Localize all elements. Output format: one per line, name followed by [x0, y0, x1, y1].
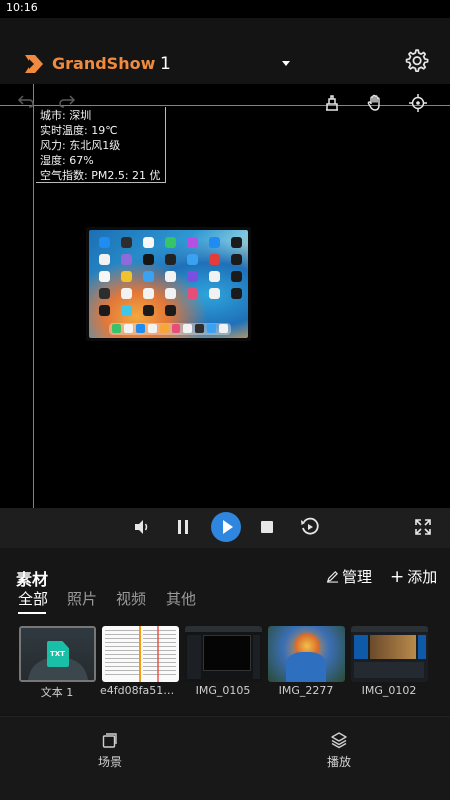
fullscreen-icon[interactable]: [412, 516, 434, 538]
brush-icon[interactable]: [322, 93, 342, 113]
tab-photos[interactable]: 照片: [67, 588, 97, 609]
play-button[interactable]: [211, 512, 241, 542]
nav-scene-label: 场景: [97, 755, 122, 769]
txt-file-icon: TXT: [47, 641, 69, 667]
weather-temperature: 实时温度: 19℃: [40, 124, 118, 137]
status-time: 10:16: [6, 1, 38, 14]
pause-icon[interactable]: [172, 516, 194, 538]
app-dock: [109, 323, 231, 335]
add-label: 添加: [407, 568, 438, 586]
bottom-navigation: 场景 播放: [0, 716, 450, 800]
manage-button[interactable]: 管理: [326, 566, 372, 587]
asset-item-text[interactable]: TXT: [19, 626, 96, 682]
weather-air-quality: 空气指数: PM2.5: 21 优: [40, 169, 161, 182]
layers-icon: [331, 732, 347, 749]
asset-item-label: e4fd08fa513...: [100, 684, 180, 697]
tab-all[interactable]: 全部: [18, 588, 48, 609]
scene-icon: [102, 733, 117, 748]
undo-icon[interactable]: [17, 93, 35, 109]
asset-item-image[interactable]: [185, 626, 262, 682]
playback-controls: [0, 508, 450, 548]
target-icon[interactable]: [408, 93, 428, 113]
vertical-guide-line: [33, 84, 34, 508]
asset-item-label: IMG_0105: [195, 684, 251, 697]
app-icon-grid: [99, 237, 245, 316]
add-button[interactable]: + 添加: [390, 566, 437, 587]
active-tab-indicator: [18, 612, 46, 614]
stop-icon[interactable]: [256, 516, 278, 538]
plus-icon: +: [390, 567, 405, 587]
status-bar: 10:16: [0, 0, 450, 18]
weather-city: 城市: 深圳: [40, 109, 92, 122]
nav-play[interactable]: 播放: [299, 731, 379, 779]
nav-play-label: 播放: [326, 755, 351, 769]
tab-other[interactable]: 其他: [166, 588, 196, 609]
weather-text-widget[interactable]: 城市: 深圳 实时温度: 19℃ 风力: 东北风1级 湿度: 67% 空气指数:…: [36, 107, 166, 183]
weather-humidity: 湿度: 67%: [40, 154, 94, 167]
editor-canvas[interactable]: 城市: 深圳 实时温度: 19℃ 风力: 东北风1级 湿度: 67% 空气指数:…: [0, 84, 450, 508]
ipad-homescreen-image: [89, 230, 248, 338]
hand-icon[interactable]: [365, 93, 385, 113]
app-title: GrandShow: [52, 54, 156, 73]
gear-icon[interactable]: [403, 48, 429, 74]
screen-capture-element[interactable]: [86, 227, 251, 341]
asset-item-image[interactable]: [268, 626, 345, 682]
txt-badge: TXT: [50, 650, 65, 658]
play-icon: [223, 520, 233, 534]
asset-list: TXT 文本 1 e4fd08fa513... IMG_0105 IMG_227…: [19, 626, 439, 700]
assets-title: 素材: [16, 570, 49, 589]
edit-icon: [326, 571, 339, 583]
scene-number: 1: [160, 54, 171, 74]
tab-videos[interactable]: 视频: [116, 588, 146, 609]
volume-icon[interactable]: [131, 516, 153, 538]
scene-selector[interactable]: 1: [160, 52, 294, 76]
app-header: GrandShow 1: [0, 18, 450, 84]
replay-icon[interactable]: [299, 516, 321, 538]
grandshow-logo-icon: [25, 55, 43, 73]
manage-label: 管理: [342, 568, 373, 586]
weather-wind: 风力: 东北风1级: [40, 139, 121, 152]
asset-item-label: IMG_0102: [361, 684, 417, 697]
asset-item-image[interactable]: [102, 626, 179, 682]
chevron-down-icon: [282, 61, 290, 66]
asset-item-label: IMG_2277: [278, 684, 334, 697]
asset-item-label: 文本 1: [40, 686, 74, 699]
assets-panel: 素材 管理 + 添加 全部 照片 视频 其他 TXT 文本 1 e4fd08fa…: [0, 548, 450, 714]
asset-item-image[interactable]: [351, 626, 428, 682]
nav-scene[interactable]: 场景: [70, 731, 150, 779]
